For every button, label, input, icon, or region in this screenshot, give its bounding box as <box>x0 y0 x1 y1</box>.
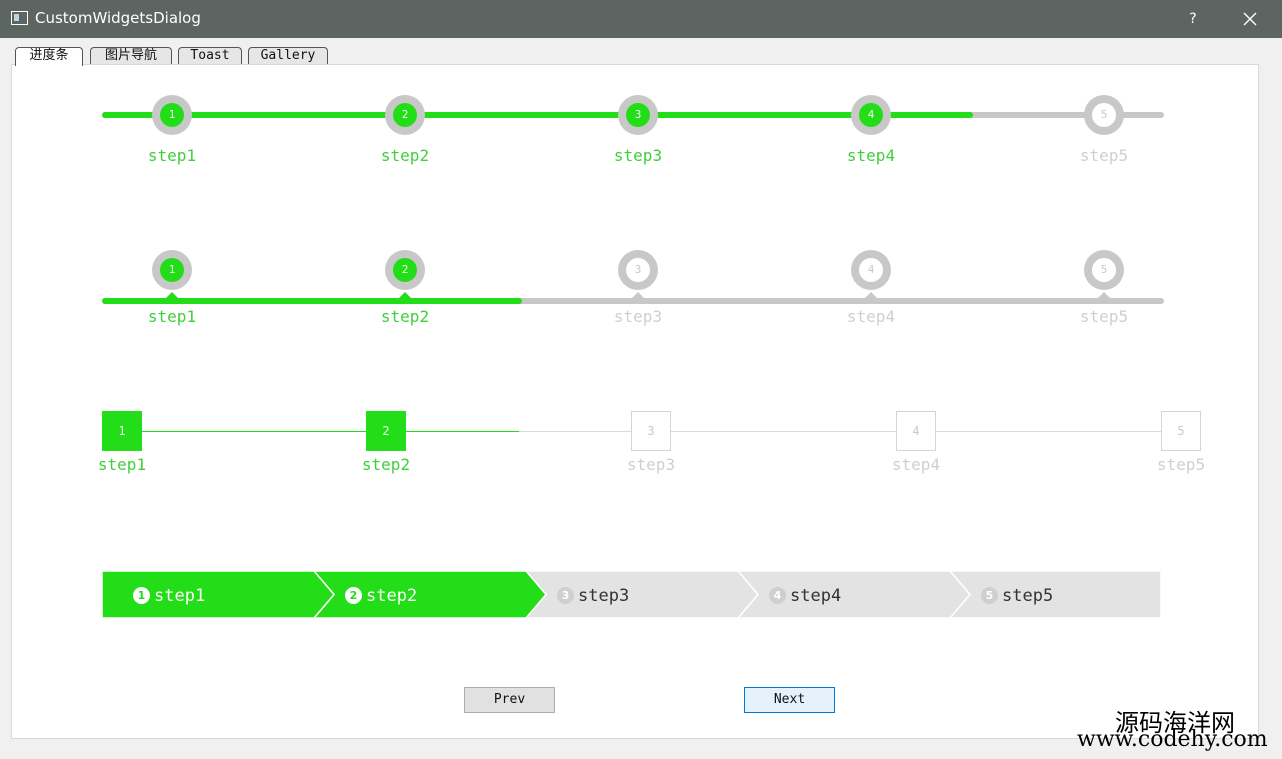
app-window-icon <box>11 11 28 25</box>
step-number: 2 <box>393 103 417 127</box>
help-button[interactable]: ? <box>1182 8 1204 30</box>
step-circle: 1 <box>152 250 192 290</box>
step-number: 5 <box>1092 103 1116 127</box>
step-label: step5 <box>1079 307 1129 326</box>
step-label: step2 <box>380 146 430 165</box>
connector-line <box>518 431 631 432</box>
step-number-badge: 4 <box>769 587 786 604</box>
step-square: 1 <box>102 411 142 451</box>
step-circle: 3 <box>618 250 658 290</box>
connector-line <box>406 431 519 432</box>
step-square: 5 <box>1161 411 1201 451</box>
step-number: 1 <box>160 258 184 282</box>
step-label: step5 <box>1079 146 1129 165</box>
tab-gallery[interactable]: Gallery <box>248 47 328 65</box>
step-circle: 3 <box>618 95 658 135</box>
prev-button[interactable]: Prev <box>464 687 555 713</box>
step-number: 5 <box>1092 258 1116 282</box>
step-label: step4 <box>846 307 896 326</box>
step-circle: 5 <box>1084 250 1124 290</box>
step-label: step3 <box>613 146 663 165</box>
step-label: step3 <box>626 455 676 474</box>
connector-line <box>254 431 366 432</box>
step-label: step2 <box>361 455 411 474</box>
step-label: step4 <box>790 586 842 606</box>
step-circle: 4 <box>851 250 891 290</box>
tab-image-nav[interactable]: 图片导航 <box>90 47 172 65</box>
tab-progress-bar[interactable]: 进度条 <box>15 47 83 66</box>
step-pointer <box>632 292 644 298</box>
track-fill <box>102 112 973 118</box>
close-button[interactable] <box>1238 8 1262 30</box>
step-number: 4 <box>859 103 883 127</box>
step-circle: 5 <box>1084 95 1124 135</box>
track-fill <box>102 298 522 304</box>
step-number-badge: 1 <box>133 587 150 604</box>
close-icon <box>1243 12 1257 26</box>
step-pointer <box>166 292 178 298</box>
connector-line <box>671 431 784 432</box>
connector-line <box>142 431 254 432</box>
step-number: 4 <box>859 258 883 282</box>
next-button[interactable]: Next <box>744 687 835 713</box>
connector-line <box>783 431 896 432</box>
step-label: step1 <box>97 455 147 474</box>
window-title: CustomWidgetsDialog <box>35 9 201 27</box>
step-circle: 4 <box>851 95 891 135</box>
step-label: step5 <box>1002 586 1054 606</box>
watermark-url: www.codehy.com <box>1077 727 1268 752</box>
step-number: 3 <box>626 258 650 282</box>
tab-toast[interactable]: Toast <box>178 47 242 65</box>
step-pointer <box>399 292 411 298</box>
step-number: 2 <box>393 258 417 282</box>
step-circle: 1 <box>152 95 192 135</box>
step-label: step2 <box>380 307 430 326</box>
tab-content-panel <box>11 64 1259 739</box>
step-number-badge: 5 <box>981 587 998 604</box>
step-label: step3 <box>613 307 663 326</box>
step-number: 3 <box>626 103 650 127</box>
step-label: step2 <box>366 586 418 606</box>
step-label: step3 <box>578 586 630 606</box>
connector-line <box>936 431 1049 432</box>
step-pointer <box>865 292 877 298</box>
connector-line <box>1048 431 1161 432</box>
step-label: step4 <box>846 146 896 165</box>
step-label: step4 <box>891 455 941 474</box>
step-square: 4 <box>896 411 936 451</box>
step-label: step1 <box>147 307 197 326</box>
step-label: step1 <box>147 146 197 165</box>
step-number: 1 <box>160 103 184 127</box>
step-label: step1 <box>154 586 206 606</box>
step-circle: 2 <box>385 250 425 290</box>
step-number-badge: 2 <box>345 587 362 604</box>
step-label: step5 <box>1156 455 1206 474</box>
title-bar: CustomWidgetsDialog ? <box>0 0 1282 38</box>
step-pointer <box>1098 292 1110 298</box>
step-square: 2 <box>366 411 406 451</box>
step-circle: 2 <box>385 95 425 135</box>
step-number-badge: 3 <box>557 587 574 604</box>
step-square: 3 <box>631 411 671 451</box>
